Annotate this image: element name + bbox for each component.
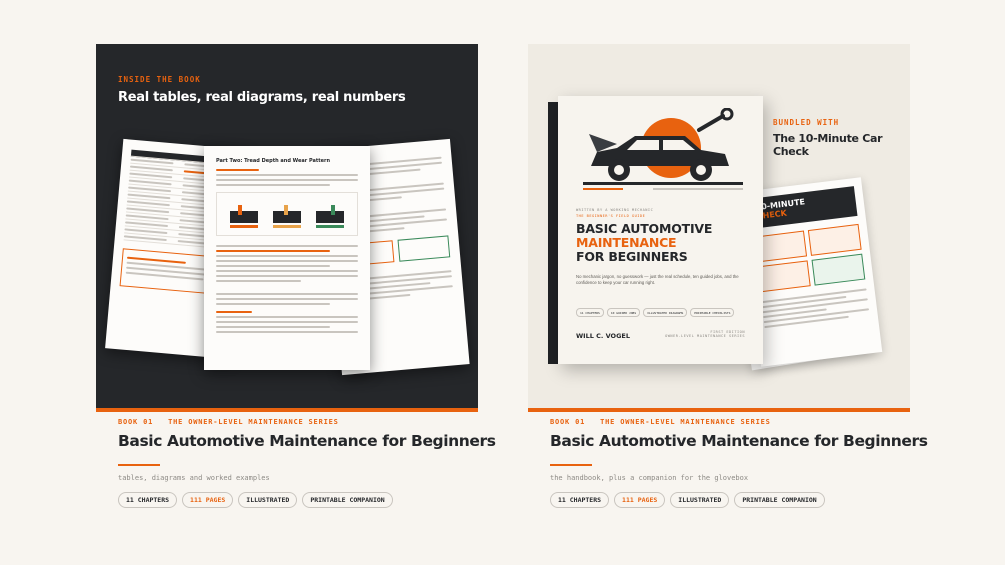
book-title-line-1: BASIC AUTOMOTIVE bbox=[576, 221, 713, 236]
panel-accent-bar bbox=[528, 408, 910, 412]
book-kicker-2: THE BEGINNER'S FIELD GUIDE bbox=[576, 214, 646, 218]
product-title: Basic Automotive Maintenance for Beginne… bbox=[118, 432, 496, 450]
inside-book-panel: INSIDE THE BOOK Real tables, real diagra… bbox=[96, 44, 478, 412]
series-label: BOOK 01 THE OWNER-LEVEL MAINTENANCE SERI… bbox=[118, 418, 339, 426]
bundled-label: BUNDLED WITH The 10-Minute Car Check bbox=[773, 118, 910, 158]
page-heading: Part Two: Tread Depth and Wear Pattern bbox=[216, 158, 331, 164]
bundled-title: The 10-Minute Car Check bbox=[773, 132, 883, 158]
book-chip: 11 CHAPTERS bbox=[576, 308, 604, 317]
product-subtitle: tables, diagrams and worked examples bbox=[118, 474, 270, 482]
book-edition-series: OWNER-LEVEL MAINTENANCE SERIES bbox=[665, 334, 745, 338]
book-chips: 11 CHAPTERS 10 GUIDED JOBS ILLUSTRATED D… bbox=[576, 308, 735, 317]
tread-depth-page: Part Two: Tread Depth and Wear Pattern bbox=[204, 146, 370, 370]
book-description: No mechanic jargon, no guesswork — just … bbox=[576, 274, 739, 285]
feature-chips: 11 CHAPTERS 111 PAGES ILLUSTRATED PRINTA… bbox=[550, 492, 928, 508]
book-title: BASIC AUTOMOTIVE MAINTENANCE FOR BEGINNE… bbox=[576, 222, 712, 264]
chip-pages: 111 PAGES bbox=[182, 492, 234, 508]
panel-kicker: INSIDE THE BOOK bbox=[118, 75, 201, 84]
feature-chips: 11 CHAPTERS 111 PAGES ILLUSTRATED PRINTA… bbox=[118, 492, 496, 508]
chip-companion: PRINTABLE COMPANION bbox=[734, 492, 825, 508]
title-rule bbox=[118, 464, 160, 466]
book-kicker: WRITTEN BY A WORKING MECHANIC bbox=[576, 208, 654, 212]
chip-illustrated: ILLUSTRATED bbox=[238, 492, 298, 508]
book-chip: PRINTABLE CHECKLISTS bbox=[690, 308, 735, 317]
bundled-kicker: BUNDLED WITH bbox=[773, 118, 840, 127]
tread-diagram bbox=[216, 192, 358, 236]
panel-headline: Real tables, real diagrams, real numbers bbox=[118, 90, 406, 105]
book-author: WILL C. VOGEL bbox=[576, 332, 630, 340]
chip-chapters: 11 CHAPTERS bbox=[550, 492, 610, 508]
book-edition: FIRST EDITION OWNER-LEVEL MAINTENANCE SE… bbox=[665, 330, 745, 338]
book-title-line-3: FOR BEGINNERS bbox=[576, 249, 688, 264]
left-product-meta: BOOK 01 THE OWNER-LEVEL MAINTENANCE SERI… bbox=[118, 418, 496, 508]
chip-chapters: 11 CHAPTERS bbox=[118, 492, 178, 508]
panel-accent-bar bbox=[96, 408, 478, 412]
bundle-panel: 10-MINUTE CHECK WRITTEN BY A WORKING MEC… bbox=[528, 44, 910, 412]
book-chip: 10 GUIDED JOBS bbox=[606, 308, 641, 317]
book-cover: WRITTEN BY A WORKING MECHANIC THE BEGINN… bbox=[558, 96, 763, 364]
product-subtitle: the handbook, plus a companion for the g… bbox=[550, 474, 749, 482]
chip-pages: 111 PAGES bbox=[614, 492, 666, 508]
book-chip: ILLUSTRATED DIAGRAMS bbox=[643, 308, 688, 317]
book-title-line-2: MAINTENANCE bbox=[576, 235, 677, 250]
chip-illustrated: ILLUSTRATED bbox=[670, 492, 730, 508]
car-illustration bbox=[583, 108, 743, 190]
right-product-meta: BOOK 01 THE OWNER-LEVEL MAINTENANCE SERI… bbox=[550, 418, 928, 508]
product-title: Basic Automotive Maintenance for Beginne… bbox=[550, 432, 928, 450]
series-label: BOOK 01 THE OWNER-LEVEL MAINTENANCE SERI… bbox=[550, 418, 771, 426]
chip-companion: PRINTABLE COMPANION bbox=[302, 492, 393, 508]
title-rule bbox=[550, 464, 592, 466]
